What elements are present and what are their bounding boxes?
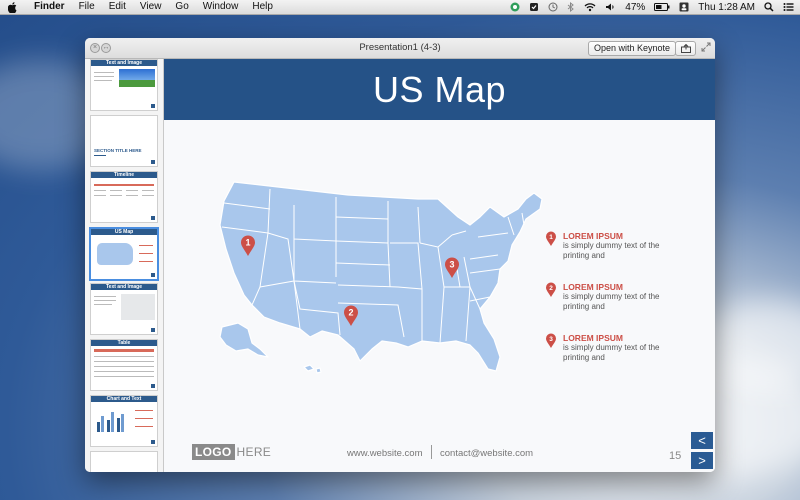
share-icon — [680, 44, 691, 53]
slide-preview: US Map 1 2 3 1 LOREM IPSUM is simply dum… — [164, 59, 715, 472]
expand-icon[interactable] — [701, 42, 711, 52]
logo-here-text: HERE — [236, 445, 272, 459]
slide-header: US Map — [164, 59, 715, 120]
svg-text:1: 1 — [549, 234, 553, 241]
thumbnail-bar-chart — [97, 412, 124, 432]
slide-thumbnail-4[interactable]: US Map — [89, 227, 159, 281]
menu-clock[interactable]: Thu 1:28 AM — [698, 2, 755, 13]
legend-title: LOREM IPSUM — [563, 282, 623, 292]
slide-thumbnail-1[interactable]: Text and Image — [90, 59, 158, 111]
volume-icon[interactable] — [605, 2, 616, 12]
legend-title: LOREM IPSUM — [563, 231, 623, 241]
slide-thumbnail-3[interactable]: Timeline — [90, 171, 158, 223]
battery-icon[interactable] — [654, 3, 670, 11]
bluetooth-icon[interactable] — [567, 2, 575, 12]
wifi-icon[interactable] — [584, 2, 596, 12]
legend-text-line: printing and — [563, 251, 605, 260]
map-pin-label: 3 — [449, 260, 454, 270]
map-pin-label: 2 — [348, 308, 353, 318]
user-icon[interactable] — [679, 2, 689, 12]
notification-center-icon[interactable] — [783, 2, 794, 12]
spotlight-search-icon[interactable] — [764, 2, 774, 12]
thumbnail-title: SECTION TITLE HERE — [94, 148, 142, 153]
map-pin-3[interactable]: 3 — [444, 257, 460, 279]
legend-text-line: is simply dummy text of the — [563, 241, 660, 250]
menu-go[interactable]: Go — [175, 0, 188, 14]
thumbnail-title: Timeline — [91, 172, 157, 178]
us-map — [219, 181, 543, 374]
next-slide-button[interactable]: > — [691, 452, 713, 469]
slide-title: US Map — [372, 68, 507, 110]
legend-item-2: 2 LOREM IPSUM is simply dummy text of th… — [546, 282, 703, 312]
alaska — [219, 322, 269, 358]
apple-menu-icon[interactable] — [8, 1, 20, 13]
security-icon[interactable] — [529, 2, 539, 12]
legend-item-1: 1 LOREM IPSUM is simply dummy text of th… — [546, 231, 703, 261]
open-with-keynote-button[interactable]: Open with Keynote — [588, 41, 677, 56]
menu-edit[interactable]: Edit — [109, 0, 126, 14]
battery-percent[interactable]: 47% — [625, 2, 645, 13]
svg-text:3: 3 — [549, 336, 553, 343]
legend-item-3: 3 LOREM IPSUM is simply dummy text of th… — [546, 333, 703, 363]
legend-text-line: printing and — [563, 302, 605, 311]
thumbnail-title: Table — [91, 340, 157, 346]
slide-thumbnail-7[interactable]: Chart and Text — [90, 395, 158, 447]
previous-slide-button[interactable]: < — [691, 432, 713, 449]
slide-thumbnail-8[interactable] — [90, 451, 158, 472]
legend-pin-icon: 3 — [546, 333, 556, 348]
legend-text-line: is simply dummy text of the — [563, 292, 660, 301]
legend-text-line: is simply dummy text of the — [563, 343, 660, 352]
footer-website: www.website.com — [347, 448, 423, 459]
slide-thumbnail-2[interactable]: SECTION TITLE HERE — [90, 115, 158, 167]
thumbnail-title: Text and Image — [91, 60, 157, 66]
thumbnail-image — [119, 69, 155, 87]
status-app-icon[interactable] — [510, 2, 520, 12]
thumbnail-title: Chart and Text — [91, 396, 157, 402]
legend-title: LOREM IPSUM — [563, 333, 623, 343]
thumbnail-title: US Map — [91, 229, 157, 235]
svg-text:2: 2 — [549, 285, 553, 292]
legend-text-line: printing and — [563, 353, 605, 362]
thumbnail-image — [121, 294, 155, 320]
menu-help[interactable]: Help — [252, 0, 273, 14]
title-bar: × ↔ Presentation1 (4-3) Open with Keynot… — [85, 38, 715, 59]
slide-thumbnail-5[interactable]: Text and Image — [90, 283, 158, 335]
footer-email: contact@website.com — [440, 448, 534, 459]
slide-thumbnail-6[interactable]: Table — [90, 339, 158, 391]
map-pin-2[interactable]: 2 — [343, 305, 359, 327]
menu-view[interactable]: View — [140, 0, 162, 14]
menu-bar: Finder File Edit View Go Window Help 47%… — [0, 0, 800, 15]
hawaii — [303, 364, 322, 374]
page-number: 15 — [669, 450, 682, 462]
menu-finder[interactable]: Finder — [34, 0, 65, 14]
quick-look-window: × ↔ Presentation1 (4-3) Open with Keynot… — [85, 38, 715, 472]
share-button[interactable] — [675, 41, 696, 56]
logo: LOGO HERE — [192, 444, 271, 460]
map-pin-label: 1 — [245, 238, 250, 248]
legend-pin-icon: 1 — [546, 231, 556, 246]
slide-thumbnail-sidebar: Text and Image SECTION TITLE HERE Timeli… — [85, 59, 164, 472]
legend-pin-icon: 2 — [546, 282, 556, 297]
thumbnail-map — [97, 243, 133, 265]
time-machine-icon[interactable] — [548, 2, 558, 12]
logo-box-text: LOGO — [192, 444, 235, 460]
menu-file[interactable]: File — [79, 0, 95, 14]
footer-divider — [431, 445, 432, 459]
menu-window[interactable]: Window — [203, 0, 239, 14]
us-mainland — [219, 181, 543, 372]
map-pin-1[interactable]: 1 — [240, 235, 256, 257]
thumbnail-title: Text and Image — [91, 284, 157, 290]
